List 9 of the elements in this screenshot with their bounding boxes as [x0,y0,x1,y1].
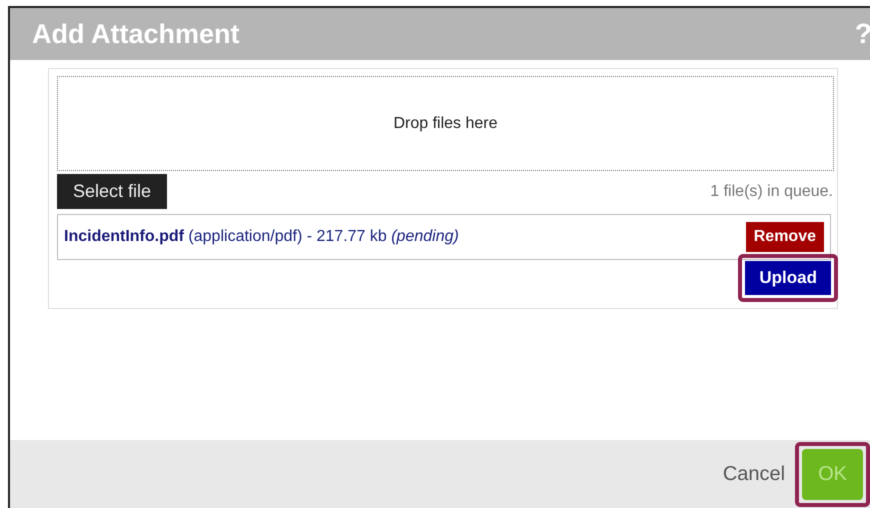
upload-button[interactable]: Upload [745,261,831,295]
queue-status: 1 file(s) in queue. [710,182,833,200]
drop-zone[interactable]: Drop files here [57,76,834,171]
drop-label: Drop files here [393,114,498,132]
cancel-button[interactable]: Cancel [718,458,790,490]
file-info: IncidentInfo.pdf (application/pdf) - 217.77 kb (pending) [64,228,459,246]
window-title: Add Attachment [32,18,240,50]
select-file-button[interactable]: Select file [57,174,168,209]
remove-button[interactable]: Remove [746,222,824,252]
